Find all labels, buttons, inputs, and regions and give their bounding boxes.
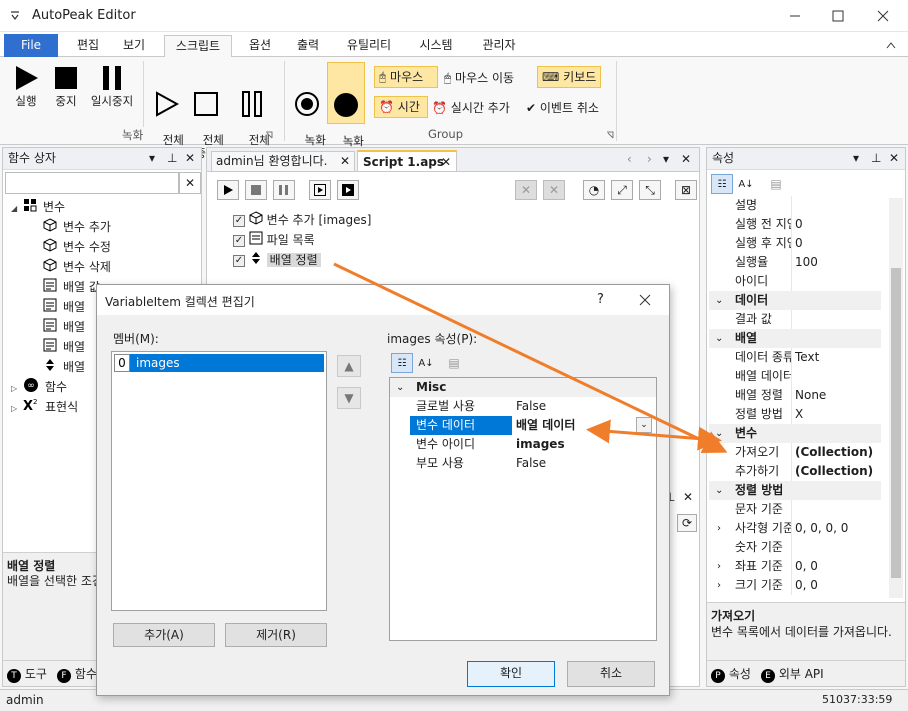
arrow-line — [333, 262, 728, 454]
annotation-arrows — [333, 262, 728, 454]
arrow-line — [586, 419, 722, 451]
